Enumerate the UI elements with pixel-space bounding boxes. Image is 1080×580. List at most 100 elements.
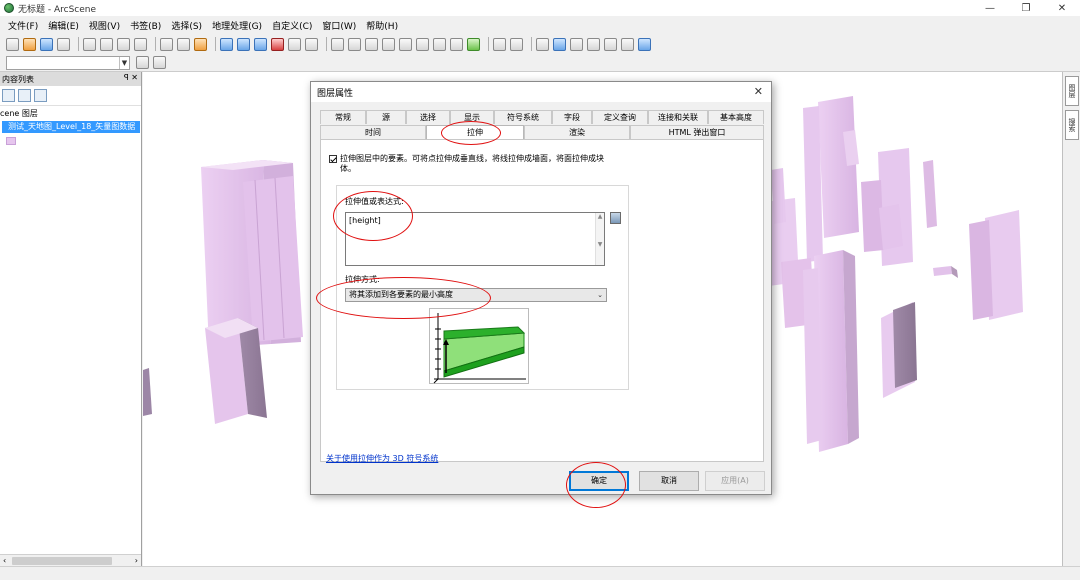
undo-icon[interactable] [160,37,173,51]
menu-selection[interactable]: 选择(S) [171,19,202,32]
3d-effects-icon[interactable] [638,37,651,51]
building [881,302,917,398]
extrusion-group: 拉伸值或表达式: [height] ▲ ▼ 拉伸方式: 将其添加到各要素的最小高度… [336,185,629,390]
paste-icon[interactable] [117,37,130,51]
dialog-close-icon[interactable]: ✕ [754,85,763,98]
search-window-icon[interactable] [271,37,284,51]
tab-time[interactable]: 时间 [320,125,426,139]
new-document-icon[interactable] [6,37,19,51]
arctoolbox-icon[interactable] [288,37,301,51]
arcscene-globe-icon [4,3,14,13]
tab-general[interactable]: 常规 [320,110,366,124]
extrude-checkbox[interactable] [329,155,337,163]
tab-selection[interactable]: 选择 [406,110,450,124]
tab-display[interactable]: 显示 [450,110,494,124]
list-by-source-icon[interactable] [18,89,31,102]
toc-pin-close[interactable]: ꟼ ✕ [124,73,138,82]
find-icon[interactable] [587,37,600,51]
navigate-icon[interactable] [331,37,344,51]
tab-rendering[interactable]: 渲染 [524,125,630,139]
layer-dropdown[interactable]: ▼ [6,55,130,70]
add-data-icon[interactable] [194,37,207,51]
scene-layers-root[interactable]: cene 图层 [0,108,141,120]
extrusion-mode-select[interactable]: 将其添加到各要素的最小高度 ⌄ [345,288,607,302]
apply-button[interactable]: 应用(A) [705,471,765,491]
dock-tab-search[interactable]: 搜索 [1065,110,1079,140]
extrude-checkbox-label: 拉伸图层中的要素。可将点拉伸成垂直线，将线拉伸成墙面，将面拉伸成块体。 [340,154,604,173]
menu-edit[interactable]: 编辑(E) [48,19,79,32]
menu-windows[interactable]: 窗口(W) [322,19,356,32]
zoom-to-target-icon[interactable] [382,37,395,51]
layer-view-icon[interactable] [621,37,634,51]
help-link[interactable]: 关于使用拉伸作为 3D 符号系统 [326,453,438,464]
toc-horizontal-scrollbar[interactable]: ‹ › [0,554,141,566]
close-window-button[interactable]: ✕ [1044,0,1080,16]
extrude-option[interactable]: 拉伸图层中的要素。可将点拉伸成垂直线，将线拉伸成墙面，将面拉伸成块体。 [329,154,619,174]
extrusion-tab-page: 拉伸图层中的要素。可将点拉伸成垂直线，将线拉伸成墙面，将面拉伸成块体。 拉伸值或… [320,139,764,464]
tab-source[interactable]: 源 [366,110,406,124]
expression-field[interactable]: [height] ▲ ▼ [345,212,605,266]
cut-icon[interactable] [83,37,96,51]
tab-base-heights[interactable]: 基本高度 [708,110,764,124]
menu-help[interactable]: 帮助(H) [366,19,398,32]
cancel-button[interactable]: 取消 [639,471,699,491]
tab-joins-relates[interactable]: 连接和关联 [648,110,708,124]
tab-symbology[interactable]: 符号系统 [494,110,552,124]
python-window-icon[interactable] [305,37,318,51]
extrusion-illustration-icon [433,313,526,384]
scroll-left-icon[interactable]: ‹ [3,556,6,565]
save-icon[interactable] [40,37,53,51]
toc-window-icon[interactable] [237,37,250,51]
list-by-drawing-order-icon[interactable] [2,89,15,102]
layer-toolbar: ▼ [0,54,1080,72]
tab-html-popup[interactable]: HTML 弹出窗口 [630,125,764,139]
redo-icon[interactable] [177,37,190,51]
copy-icon[interactable] [100,37,113,51]
status-bar [0,566,1080,580]
toc-title: 内容列表 [2,74,34,84]
list-by-visibility-icon[interactable] [34,89,47,102]
pan-icon[interactable] [450,37,463,51]
target-center-icon[interactable] [365,37,378,51]
minimize-button[interactable]: — [972,0,1008,16]
building [205,318,267,424]
dock-tab-layers[interactable]: 图层 [1065,76,1079,106]
zoom-in-icon[interactable] [416,37,429,51]
menu-view[interactable]: 视图(V) [89,19,120,32]
fly-icon[interactable] [348,37,361,51]
full-extent-icon[interactable] [467,37,480,51]
delete-icon[interactable] [134,37,147,51]
tab-extrusion[interactable]: 拉伸 [426,125,524,139]
toolbar-separator [531,37,532,51]
menu-file[interactable]: 文件(F) [8,19,38,32]
measure-icon[interactable] [604,37,617,51]
expression-builder-icon[interactable] [610,212,621,224]
scene-properties-icon[interactable] [220,37,233,51]
chevron-down-icon: ⌄ [597,291,603,299]
open-folder-icon[interactable] [23,37,36,51]
catalog-window-icon[interactable] [254,37,267,51]
scroll-right-icon[interactable]: › [135,556,138,565]
tab-definition-query[interactable]: 定义查询 [592,110,648,124]
toc-layer-item[interactable]: 测试_天地图_Level_18_矢量图数据 [2,121,140,133]
ok-button[interactable]: 确定 [569,471,629,491]
menu-geoprocessing[interactable]: 地理处理(G) [212,19,262,32]
layer-tool-icon[interactable] [153,56,166,69]
expression-scrollbar[interactable]: ▲ ▼ [595,213,604,265]
building [243,176,303,342]
zoom-out-icon[interactable] [433,37,446,51]
layer-tool-icon[interactable] [136,56,149,69]
maximize-button[interactable]: ❐ [1008,0,1044,16]
identify-icon[interactable] [553,37,566,51]
set-observer-icon[interactable] [399,37,412,51]
html-popup-icon[interactable] [570,37,583,51]
chevron-down-icon: ▼ [119,56,129,69]
select-elements-icon[interactable] [536,37,549,51]
clear-selection-icon[interactable] [510,37,523,51]
scroll-thumb[interactable] [12,557,112,565]
tab-fields[interactable]: 字段 [552,110,592,124]
menu-customize[interactable]: 自定义(C) [272,19,312,32]
menu-bookmarks[interactable]: 书签(B) [130,19,161,32]
print-icon[interactable] [57,37,70,51]
select-features-icon[interactable] [493,37,506,51]
